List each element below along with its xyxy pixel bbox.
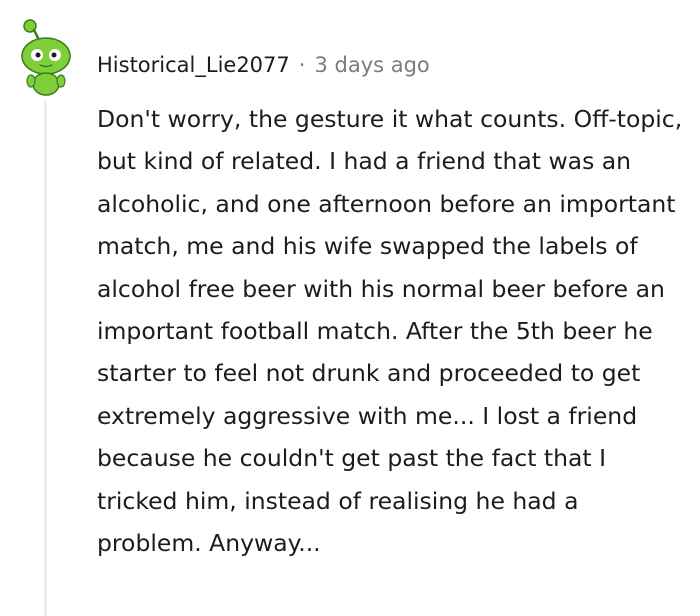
- comment-body: Don't worry, the gesture it what counts.…: [97, 105, 683, 558]
- comment-timestamp[interactable]: 3 days ago: [314, 53, 429, 77]
- thread-collapse-line[interactable]: [44, 100, 47, 616]
- snoo-avatar-icon: [21, 19, 71, 96]
- comment: Historical_Lie2077 · 3 days ago Don't wo…: [0, 0, 700, 616]
- comment-meta: Historical_Lie2077 · 3 days ago: [97, 50, 430, 80]
- meta-separator: ·: [298, 53, 306, 77]
- user-avatar[interactable]: [14, 14, 82, 96]
- author-username[interactable]: Historical_Lie2077: [97, 53, 290, 77]
